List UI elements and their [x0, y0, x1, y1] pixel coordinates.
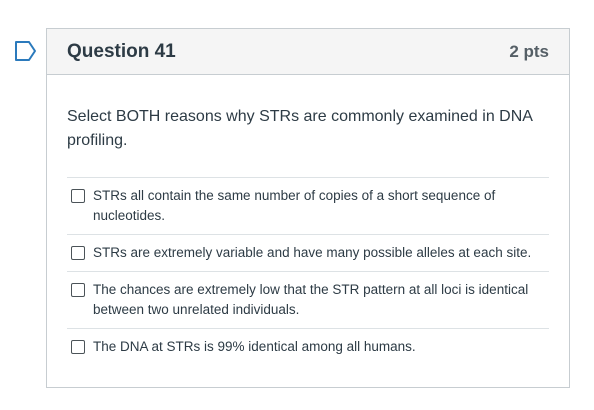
question-header: Question 41 2 pts	[47, 29, 569, 75]
question-body: Select BOTH reasons why STRs are commonl…	[47, 75, 569, 365]
answer-label: The DNA at STRs is 99% identical among a…	[93, 339, 416, 354]
question-title: Question 41	[67, 40, 176, 62]
answer-option-3[interactable]: The chances are extremely low that the S…	[67, 272, 549, 329]
question-points: 2 pts	[509, 41, 549, 61]
answer-label: STRs are extremely variable and have man…	[93, 245, 532, 260]
checkbox-icon[interactable]	[71, 283, 85, 297]
question-prompt: Select BOTH reasons why STRs are commonl…	[67, 108, 533, 149]
answer-option-2[interactable]: STRs are extremely variable and have man…	[67, 235, 549, 272]
flag-question-icon[interactable]	[14, 40, 38, 62]
answer-label: The chances are extremely low that the S…	[93, 282, 529, 317]
answer-option-4[interactable]: The DNA at STRs is 99% identical among a…	[67, 329, 549, 365]
checkbox-icon[interactable]	[71, 246, 85, 260]
checkbox-icon[interactable]	[71, 340, 85, 354]
answer-label: STRs all contain the same number of copi…	[93, 188, 496, 223]
answer-list: STRs all contain the same number of copi…	[67, 177, 549, 365]
answer-option-1[interactable]: STRs all contain the same number of copi…	[67, 178, 549, 235]
question-card: Question 41 2 pts Select BOTH reasons wh…	[46, 28, 570, 388]
checkbox-icon[interactable]	[71, 189, 85, 203]
